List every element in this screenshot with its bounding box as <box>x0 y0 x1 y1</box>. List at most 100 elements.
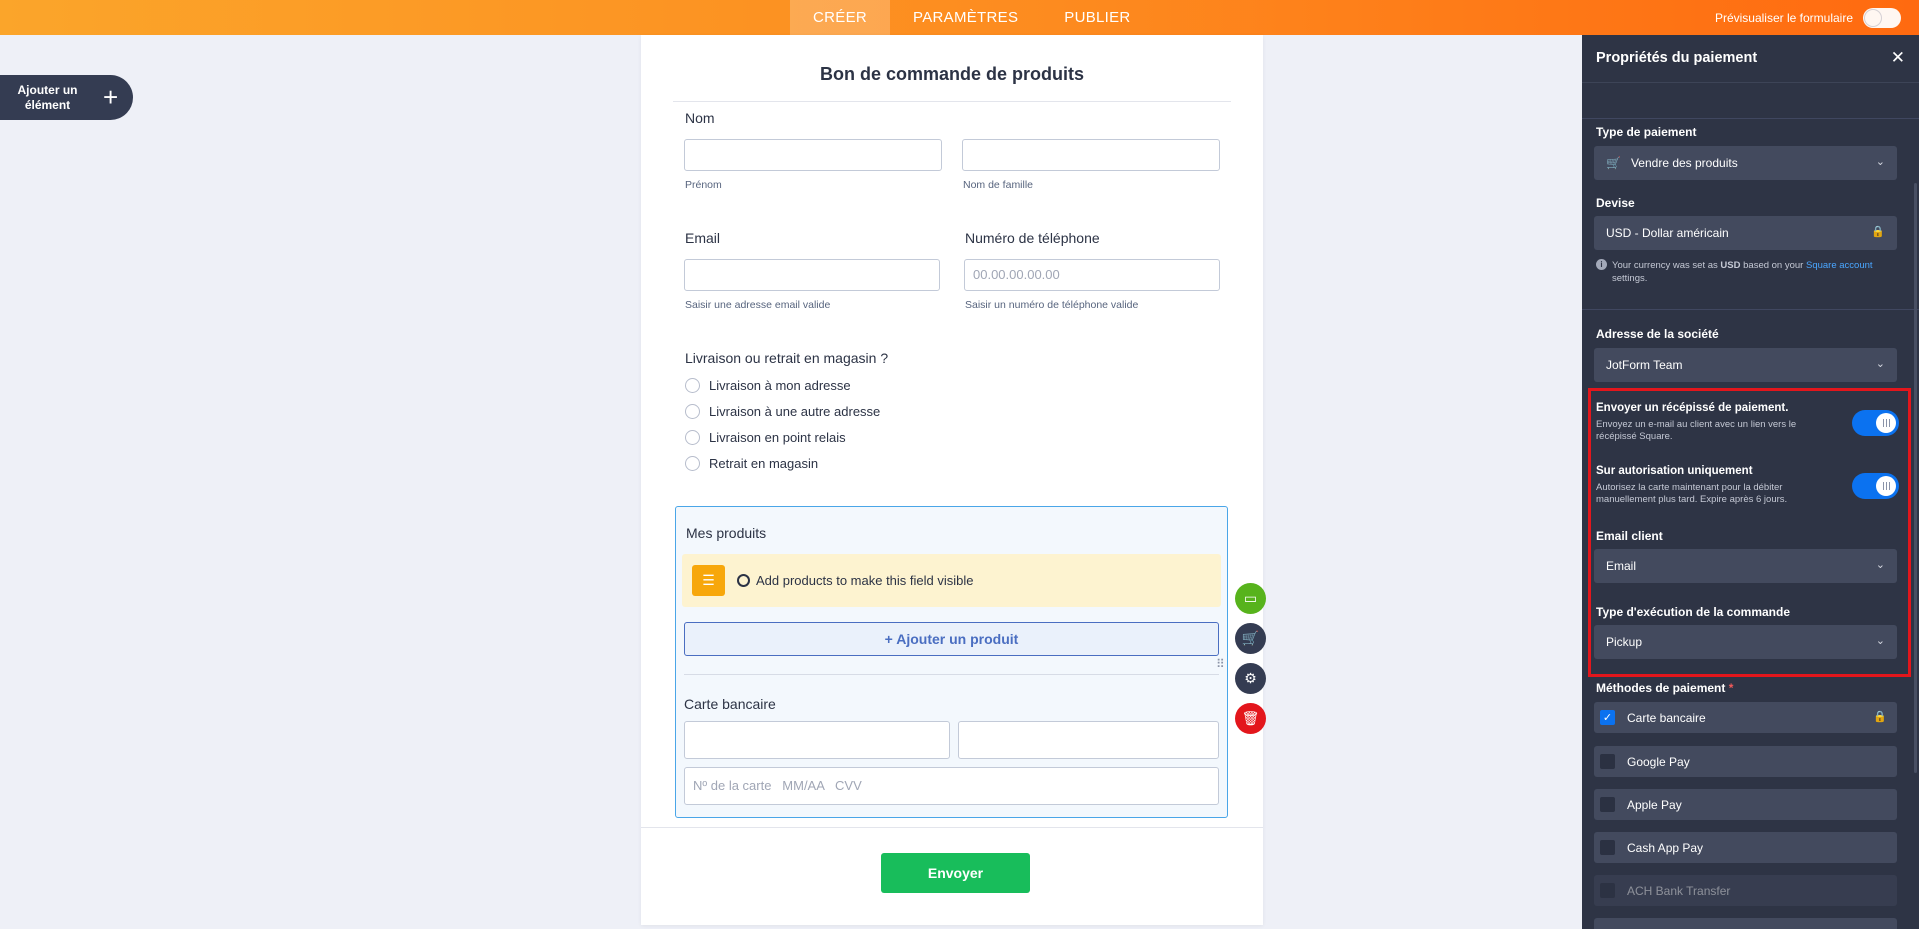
checkbox[interactable] <box>1600 840 1615 855</box>
toggle-knob <box>1876 476 1896 496</box>
email-sublabel: Saisir une adresse email valide <box>685 299 831 311</box>
payment-type-select[interactable]: 🛒 Vendre des produits ⌄ <box>1594 146 1897 180</box>
currency-value: USD - Dollar américain <box>1606 226 1729 240</box>
divider <box>684 674 1219 675</box>
empty-products-notice: ☰ Add products to make this field visibl… <box>682 554 1221 607</box>
divider <box>1582 309 1919 310</box>
tab-create[interactable]: CRÉER <box>790 0 891 35</box>
trash-icon[interactable]: 🗑 <box>1235 703 1266 734</box>
currency-label: Devise <box>1596 196 1635 210</box>
fulfillment-value: Pickup <box>1606 635 1643 649</box>
credit-card-label: Carte bancaire <box>684 696 776 712</box>
list-icon: ☰ <box>692 565 725 596</box>
payment-settings-icon[interactable]: ▭ <box>1235 583 1266 614</box>
tab-settings[interactable]: PARAMÈTRES <box>890 0 1041 35</box>
payment-method-row[interactable]: Google Pay <box>1594 746 1897 777</box>
payment-method-label: Cash App Pay <box>1627 840 1704 855</box>
add-product-button[interactable]: + Ajouter un produit <box>684 622 1219 656</box>
submit-button[interactable]: Envoyer <box>881 853 1030 893</box>
currency-info: i Your currency was set as USD based on … <box>1596 259 1901 285</box>
company-address-select[interactable]: JotForm Team ⌄ <box>1594 348 1897 382</box>
email-input[interactable] <box>684 259 940 291</box>
lock-icon: 🔒 <box>1873 711 1887 723</box>
toggle-knob <box>1876 413 1896 433</box>
circle-icon <box>737 574 750 587</box>
cardholder-first-name-input[interactable] <box>684 721 950 759</box>
notice-text-wrap: Add products to make this field visible <box>737 573 974 588</box>
add-element-label: Ajouter un élément <box>17 82 78 112</box>
payment-method-label: Apple Pay <box>1627 797 1682 812</box>
payment-method-label: Carte bancaire <box>1627 710 1706 725</box>
required-mark: * <box>1728 681 1734 695</box>
cart-icon: 🛒 <box>1606 156 1621 170</box>
cardholder-last-name-input[interactable] <box>958 721 1219 759</box>
phone-sublabel: Saisir un numéro de téléphone valide <box>965 299 1139 311</box>
drag-handle-icon[interactable]: ⠿ <box>1216 657 1225 671</box>
info-text: settings. <box>1612 273 1648 284</box>
authorize-desc: Autorisez la carte maintenant pour la dé… <box>1596 482 1788 505</box>
radio-button[interactable] <box>685 404 700 419</box>
delivery-label[interactable]: Livraison ou retrait en magasin ? <box>685 350 888 366</box>
checkbox[interactable] <box>1600 797 1615 812</box>
payment-type-value: Vendre des produits <box>1630 156 1738 170</box>
last-name-input[interactable] <box>962 139 1220 171</box>
payment-method-label: Google Pay <box>1627 754 1690 769</box>
radio-option[interactable]: Livraison en point relais <box>685 430 846 445</box>
product-list-field[interactable]: Mes produits ☰ Add products to make this… <box>675 506 1228 818</box>
radio-button[interactable] <box>685 430 700 445</box>
info-icon: i <box>1596 259 1607 270</box>
first-name-sublabel: Prénom <box>685 179 722 191</box>
preview-toggle[interactable] <box>1863 7 1901 28</box>
authorize-toggle[interactable] <box>1852 473 1899 499</box>
first-name-input[interactable] <box>684 139 942 171</box>
phone-input[interactable]: 00.00.00.00.00 <box>964 259 1220 291</box>
square-account-link[interactable]: Square account <box>1806 260 1873 271</box>
radio-option-label: Livraison à une autre adresse <box>709 404 881 419</box>
panel-subheader <box>1582 83 1919 119</box>
divider <box>673 101 1231 102</box>
fulfillment-select[interactable]: Pickup ⌄ <box>1594 625 1897 659</box>
company-address-label: Adresse de la société <box>1596 327 1719 341</box>
radio-button[interactable] <box>685 456 700 471</box>
payment-method-row[interactable]: Apple Pay <box>1594 789 1897 820</box>
phone-label[interactable]: Numéro de téléphone <box>965 230 1100 246</box>
client-email-label: Email client <box>1596 529 1663 543</box>
panel-title: Propriétés du paiement <box>1596 50 1758 66</box>
form-canvas: Bon de commande de produits Nom Prénom N… <box>641 35 1266 925</box>
radio-option-label: Retrait en magasin <box>709 456 819 471</box>
tab-publish[interactable]: PUBLIER <box>1041 0 1153 35</box>
panel-scrollbar[interactable] <box>1914 183 1917 773</box>
receipt-toggle[interactable] <box>1852 410 1899 436</box>
checkbox[interactable] <box>1600 754 1615 769</box>
add-element-button[interactable]: Ajouter un élément + <box>0 75 133 120</box>
payment-method-label: ACH Bank Transfer <box>1627 883 1731 898</box>
client-email-select[interactable]: Email ⌄ <box>1594 549 1897 583</box>
payment-method-row[interactable]: ✓ Carte bancaire 🔒 <box>1594 702 1897 733</box>
checkbox <box>1600 883 1615 898</box>
client-email-value: Email <box>1606 559 1637 573</box>
card-number-input[interactable]: Nº de la carte MM/AA CVV <box>684 767 1219 805</box>
radio-button[interactable] <box>685 378 700 393</box>
radio-option[interactable]: Livraison à mon adresse <box>685 378 851 393</box>
preview-toggle-group: Prévisualiser le formulaire <box>1715 0 1901 35</box>
radio-option[interactable]: Retrait en magasin <box>685 456 818 471</box>
builder-tabs: CRÉER PARAMÈTRES PUBLIER <box>790 0 1154 35</box>
payment-method-row[interactable]: Cash App Pay <box>1594 832 1897 863</box>
name-label[interactable]: Nom <box>685 110 715 126</box>
divider <box>641 827 1263 828</box>
checkbox-checked[interactable]: ✓ <box>1600 710 1615 725</box>
close-icon[interactable]: ✕ <box>1891 48 1905 68</box>
form-title[interactable]: Bon de commande de produits <box>641 64 1263 85</box>
gear-icon[interactable]: ⚙ <box>1235 663 1266 694</box>
lock-icon: 🔒 <box>1871 226 1885 238</box>
receipt-desc: Envoyez un e-mail au client avec un lien… <box>1596 419 1797 442</box>
panel-header: Propriétés du paiement ✕ <box>1582 35 1919 83</box>
currency-select: USD - Dollar américain 🔒 <box>1594 216 1897 250</box>
chevron-down-icon: ⌄ <box>1875 358 1885 370</box>
radio-option[interactable]: Livraison à une autre adresse <box>685 404 880 419</box>
cart-icon[interactable]: 🛒 <box>1235 623 1266 654</box>
product-list-label[interactable]: Mes produits <box>686 525 766 541</box>
email-label[interactable]: Email <box>685 230 720 246</box>
preview-label: Prévisualiser le formulaire <box>1714 10 1853 25</box>
payment-method-row <box>1594 918 1897 929</box>
